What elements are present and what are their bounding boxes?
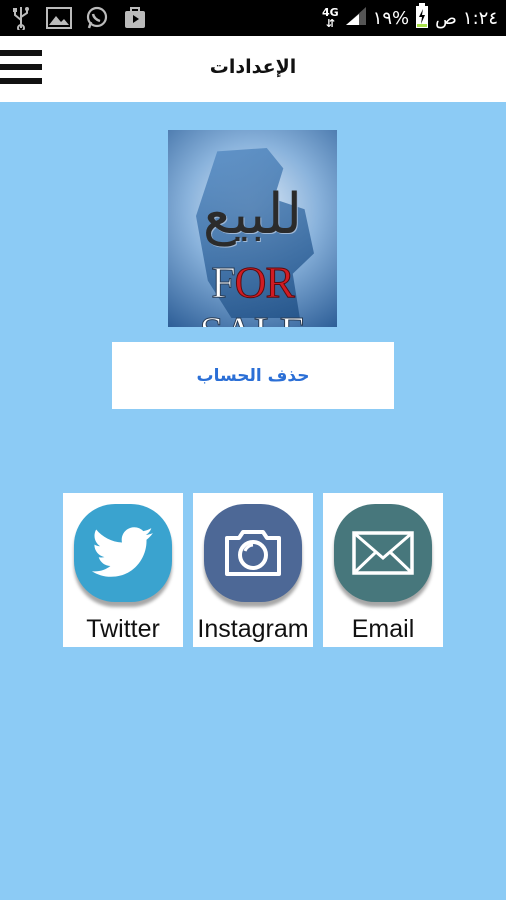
delete-account-button[interactable]: حذف الحساب [112,342,394,409]
network-indicator: 4G ⇵ [322,6,339,30]
signal-icon [345,6,367,30]
twitter-bird-icon [74,504,172,602]
twitter-button[interactable]: Twitter [63,493,183,647]
email-button[interactable]: Email [323,493,443,647]
image-icon [46,6,72,30]
usb-icon [8,6,34,30]
play-store-icon [122,6,148,30]
app-logo: للبيع FOR SALE [168,130,337,327]
page-title: الإعدادات [209,56,297,78]
battery-charging-icon [415,3,429,33]
logo-english-text: FOR SALE [199,258,307,328]
whatsapp-icon [84,6,110,30]
clock-time: ١:٢٤ [462,7,498,29]
envelope-icon [334,504,432,602]
instagram-label: Instagram [197,615,309,643]
status-bar: 4G ⇵ ١٩% ص ١:٢٤ [0,0,506,36]
clock-ampm: ص [435,7,457,29]
camera-icon [204,504,302,602]
logo-arabic-text: للبيع [202,182,303,247]
app-bar: الإعدادات [0,36,506,102]
battery-percent: ١٩% [372,7,410,29]
twitter-label: Twitter [86,615,160,643]
instagram-button[interactable]: Instagram [193,493,313,647]
email-label: Email [351,615,415,643]
